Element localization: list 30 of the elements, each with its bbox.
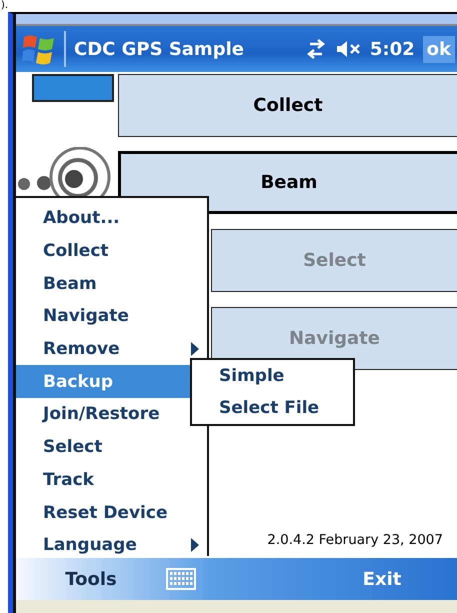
menu-item-label: Language xyxy=(43,535,138,556)
window-title: CDC GPS Sample xyxy=(74,38,245,60)
version-text: 2.0.4.2 February 23, 2007 xyxy=(267,532,443,548)
menu-item[interactable]: Navigate xyxy=(16,300,207,333)
menu-item-label: Reset Device xyxy=(43,502,168,523)
menu-item-label: Collect xyxy=(43,241,110,262)
menu-item[interactable]: Track xyxy=(16,464,207,496)
exit-button[interactable]: Exit xyxy=(307,568,457,590)
menu-item-label: Navigate xyxy=(43,306,130,326)
tools-menu-button[interactable]: Tools xyxy=(16,568,166,590)
action-button[interactable]: Collect xyxy=(118,74,457,137)
submenu-arrow-icon xyxy=(191,342,199,356)
submenu-arrow-icon xyxy=(191,538,199,552)
action-button[interactable]: Beam xyxy=(118,151,457,214)
clock[interactable]: 5:02 xyxy=(370,38,415,60)
menu-item-label: About... xyxy=(43,208,121,228)
windows-flag-icon[interactable] xyxy=(22,33,56,65)
caption-fragment: ). xyxy=(0,0,10,12)
menu-item[interactable]: Select xyxy=(16,430,207,464)
menu-item[interactable]: Reset Device xyxy=(16,496,207,529)
menu-item-label: Join/Restore xyxy=(43,404,161,424)
menu-item-label: Select xyxy=(43,437,104,458)
speaker-muted-icon[interactable] xyxy=(336,40,362,58)
menu-item[interactable]: Collect xyxy=(16,234,207,268)
menu-item[interactable]: Language xyxy=(16,528,207,562)
menu-item[interactable]: Beam xyxy=(16,267,207,300)
menu-item-label: Track xyxy=(43,470,95,490)
menu-item-label: Beam xyxy=(43,274,98,294)
menu-item-label: Backup xyxy=(43,372,114,392)
menu-item-label: Remove xyxy=(43,339,121,360)
